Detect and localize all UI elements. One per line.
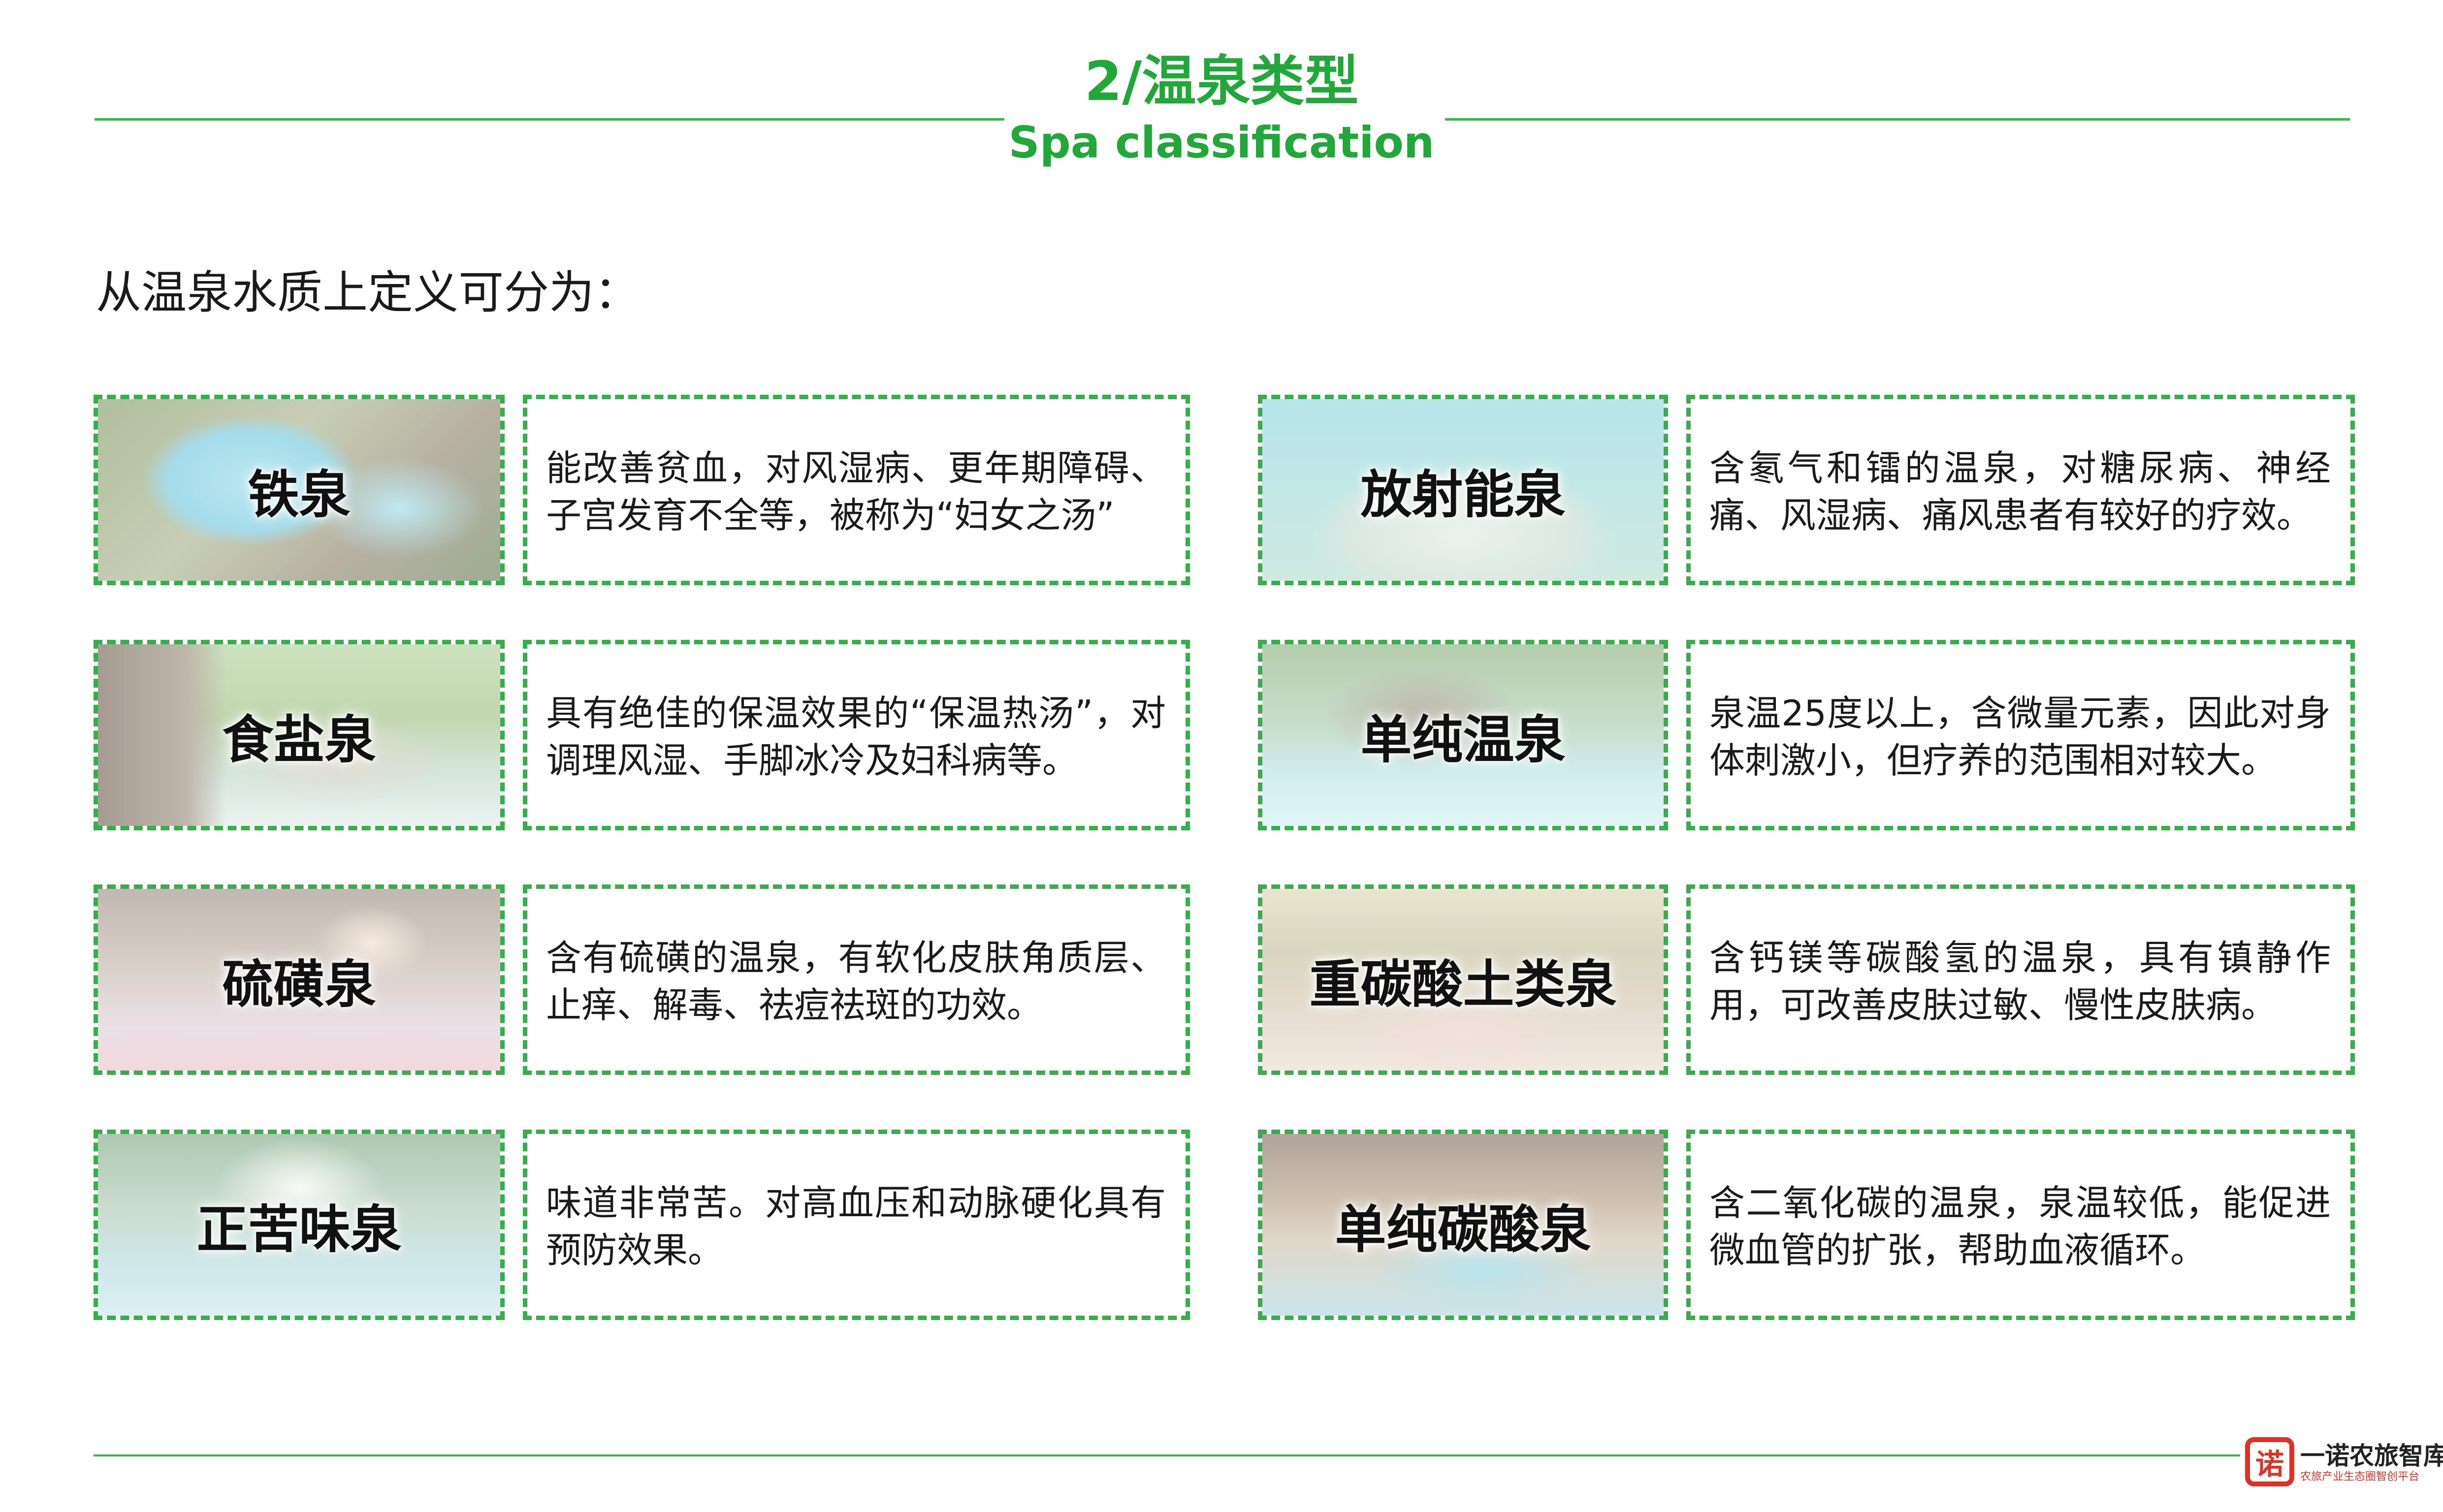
spa-card-sulfur-desc: 含有硫磺的温泉，有软化皮肤角质层、止痒、解毒、祛痘祛斑的功效。	[523, 884, 1190, 1075]
brand-logo-icon: 诺	[2245, 1437, 2294, 1486]
intro-text: 从温泉水质上定义可分为：	[96, 266, 640, 319]
spa-card-iron-photo: 铁泉	[94, 395, 505, 585]
spa-type-label: 正苦味泉	[196, 1199, 402, 1260]
page-title: 2/温泉类型	[1084, 50, 1359, 113]
brand-name: 一诺农旅智库	[2300, 1442, 2443, 1470]
spa-type-description: 含氡气和镭的温泉，对糖尿病、神经痛、风湿病、痛风患者有较好的疗效。	[1709, 447, 2331, 536]
spa-type-label: 食盐泉	[222, 710, 376, 770]
spa-type-description: 具有绝佳的保温效果的“保温热汤”，对调理风湿、手脚冰冷及妇科病等。	[546, 693, 1166, 781]
spa-card-radioactive-photo: 放射能泉	[1258, 395, 1668, 585]
spa-type-description: 含有硫磺的温泉，有软化皮肤角质层、止痒、解毒、祛痘祛斑的功效。	[546, 937, 1166, 1026]
spa-type-description: 泉温25度以上，含微量元素，因此对身体刺激小，但疗养的范围相对较大。	[1709, 693, 2331, 781]
page-subtitle: Spa classification	[1008, 117, 1435, 168]
spa-card-bitter-photo: 正苦味泉	[94, 1130, 505, 1320]
spa-card-bicarbonate-earth-desc: 含钙镁等碳酸氢的温泉，具有镇静作用，可改善皮肤过敏、慢性皮肤病。	[1686, 884, 2355, 1075]
spa-type-description: 能改善贫血，对风湿病、更年期障碍、子宫发育不全等，被称为“妇女之汤”	[546, 447, 1166, 536]
spa-card-radioactive-desc: 含氡气和镭的温泉，对糖尿病、神经痛、风湿病、痛风患者有较好的疗效。	[1686, 395, 2355, 585]
spa-type-description: 含钙镁等碳酸氢的温泉，具有镇静作用，可改善皮肤过敏、慢性皮肤病。	[1709, 937, 2331, 1026]
spa-type-label: 硫磺泉	[222, 954, 376, 1014]
spa-type-label: 单纯碳酸泉	[1335, 1199, 1591, 1260]
brand-tagline: 农旅产业生态圈智创平台	[2300, 1471, 2420, 1483]
spa-type-label: 重碳酸土类泉	[1309, 954, 1617, 1014]
spa-card-bitter-desc: 味道非常苦。对高血压和动脉硬化具有预防效果。	[523, 1130, 1190, 1320]
spa-card-sulfur-photo: 硫磺泉	[94, 884, 505, 1075]
spa-type-label: 放射能泉	[1360, 465, 1566, 525]
spa-type-label: 单纯温泉	[1360, 710, 1566, 770]
spa-type-label: 铁泉	[248, 465, 351, 525]
spa-card-salt-photo: 食盐泉	[94, 640, 505, 830]
spa-card-carbonic-desc: 含二氧化碳的温泉，泉温较低，能促进微血管的扩张，帮助血液循环。	[1686, 1130, 2355, 1320]
spa-card-carbonic-photo: 单纯碳酸泉	[1258, 1130, 1668, 1320]
spa-type-description: 含二氧化碳的温泉，泉温较低，能促进微血管的扩张，帮助血液循环。	[1709, 1182, 2331, 1271]
spa-card-bicarbonate-earth-photo: 重碳酸土类泉	[1258, 884, 1668, 1075]
spa-card-simple-thermal-photo: 单纯温泉	[1258, 640, 1668, 830]
footer-rule	[94, 1454, 2240, 1456]
spa-type-description: 味道非常苦。对高血压和动脉硬化具有预防效果。	[546, 1182, 1166, 1271]
spa-card-salt-desc: 具有绝佳的保温效果的“保温热汤”，对调理风湿、手脚冰冷及妇科病等。	[523, 640, 1190, 830]
spa-card-simple-thermal-desc: 泉温25度以上，含微量元素，因此对身体刺激小，但疗养的范围相对较大。	[1686, 640, 2355, 830]
spa-card-iron-desc: 能改善贫血，对风湿病、更年期障碍、子宫发育不全等，被称为“妇女之汤”	[523, 395, 1190, 585]
